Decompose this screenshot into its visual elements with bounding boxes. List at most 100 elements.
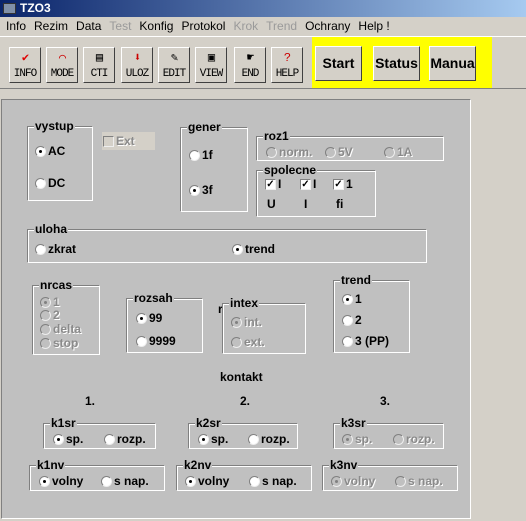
info-button[interactable]: ✔ INFO [9, 47, 41, 83]
rozsah-99-radio[interactable]: 99 [136, 311, 162, 325]
nrcas-stop-radio: stop [40, 336, 78, 350]
menu-rezim[interactable]: Rezim [31, 17, 73, 36]
view-label: VIEW [199, 68, 223, 80]
view-icon: ▣ [207, 51, 216, 65]
cti-button[interactable]: ▤ CTI [83, 47, 115, 83]
spolecne-u-label: U [267, 197, 276, 211]
rozsah-9999-radio[interactable]: 9999 [136, 334, 176, 348]
trend-2-radio[interactable]: 2 [342, 313, 362, 327]
uloha-label: uloha [34, 222, 68, 236]
spolecne-fi-checkbox[interactable]: ✓ 1 [333, 177, 353, 191]
k3sr-label: k3sr [340, 416, 367, 430]
kontakt-col-3: 3. [380, 394, 391, 408]
gener-3f-radio[interactable]: 3f [189, 183, 213, 197]
manual-button[interactable]: Manua [429, 46, 476, 81]
checkmark-icon: ✔ [21, 51, 30, 65]
title-bar: TZO3 [0, 0, 526, 17]
menu-trend: Trend [266, 19, 298, 33]
k2nv-volny-radio[interactable]: volny [185, 474, 229, 488]
help-button[interactable]: ? HELP [271, 47, 303, 83]
chart-icon: ⌒ [58, 51, 67, 65]
exit-icon: ☛ [246, 51, 255, 65]
intex-int-radio: int. [231, 315, 262, 329]
vystup-ac-radio[interactable]: AC [35, 144, 65, 158]
spolecne-fi-label: fi [336, 197, 344, 211]
nrcas-delta-radio: delta [40, 322, 81, 336]
uloz-button[interactable]: ⬇ ULOZ [121, 47, 153, 83]
k3sr-rozp-radio: rozp. [393, 432, 435, 446]
view-button[interactable]: ▣ VIEW [195, 47, 227, 83]
menu-bar: Info Rezim Data Test Konfig Protokol Kro… [0, 17, 526, 36]
k2sr-sp-radio[interactable]: sp. [198, 432, 228, 446]
menu-konfig[interactable]: Konfig [136, 17, 178, 36]
nrcas-label: nrcas [39, 278, 74, 292]
app-icon [3, 3, 16, 14]
kontakt-col-2: 2. [240, 394, 251, 408]
roz1-1a-radio: 1A [384, 145, 412, 159]
k1nv-volny-radio[interactable]: volny [39, 474, 83, 488]
k1sr-label: k1sr [50, 416, 77, 430]
document-icon: ▤ [95, 51, 104, 65]
ext-checkbox: Ext [103, 134, 135, 148]
uloz-label: ULOZ [125, 68, 149, 80]
status-button[interactable]: Status [373, 46, 420, 81]
menu-krok: Krok [233, 19, 259, 33]
menu-test: Test [109, 19, 132, 33]
k1sr-rozp-radio[interactable]: rozp. [104, 432, 146, 446]
cti-label: CTI [90, 68, 109, 80]
k2sr-label: k2sr [195, 416, 222, 430]
mode-label: MODE [50, 68, 74, 80]
uloha-trend-radio[interactable]: trend [232, 242, 275, 256]
menu-ochrany[interactable]: Ochrany [302, 17, 355, 36]
gener-1f-radio[interactable]: 1f [189, 148, 213, 162]
gener-group: gener [180, 120, 248, 212]
spolecne-label: spolecne [263, 163, 318, 177]
menu-info[interactable]: Info [3, 17, 31, 36]
k3nv-label: k3nv [329, 458, 359, 472]
help-icon: ? [283, 51, 292, 65]
k2nv-label: k2nv [183, 458, 213, 472]
kontakt-heading: kontakt [220, 370, 263, 384]
k1sr-sp-radio[interactable]: sp. [53, 432, 83, 446]
kontakt-col-1: 1. [85, 394, 96, 408]
k3nv-volny-radio: volny [331, 474, 375, 488]
intex-ext-radio: ext. [231, 335, 265, 349]
spolecne-i-label: I [304, 197, 308, 211]
end-button[interactable]: ☛ END [234, 47, 266, 83]
uloha-group: uloha [27, 222, 427, 263]
nrcas-1-radio: 1 [40, 295, 60, 309]
mode-button[interactable]: ⌒ MODE [46, 47, 78, 83]
spolecne-i-checkbox[interactable]: ✓ I [300, 177, 316, 191]
k3nv-snap-radio: s nap. [395, 474, 443, 488]
rozsah-label: rozsah [133, 291, 174, 305]
uloha-zkrat-radio[interactable]: zkrat [35, 242, 76, 256]
trend-1-radio[interactable]: 1 [342, 292, 362, 306]
menu-data[interactable]: Data [73, 17, 106, 36]
nrcas-2-radio: 2 [40, 308, 60, 322]
roz1-5v-radio: 5V [325, 145, 353, 159]
vystup-dc-radio[interactable]: DC [35, 176, 65, 190]
edit-button[interactable]: ✎ EDIT [158, 47, 190, 83]
edit-icon: ✎ [170, 51, 179, 65]
vystup-label: vystup [34, 119, 75, 133]
edit-label: EDIT [162, 68, 186, 80]
intex-label: intex [229, 296, 260, 310]
menu-protokol[interactable]: Protokol [178, 17, 230, 36]
trend-3pp-radio[interactable]: 3 (PP) [342, 334, 389, 348]
trend-label: trend [340, 273, 372, 287]
k1nv-snap-radio[interactable]: s nap. [101, 474, 149, 488]
k3sr-sp-radio: sp. [342, 432, 372, 446]
help-label: HELP [275, 68, 299, 80]
k2nv-snap-radio[interactable]: s nap. [249, 474, 297, 488]
roz1-norm-radio: norm. [266, 145, 312, 159]
info-label: INFO [13, 68, 37, 80]
k2sr-rozp-radio[interactable]: rozp. [248, 432, 290, 446]
start-button[interactable]: Start [315, 46, 362, 81]
end-label: END [241, 68, 260, 80]
window-title: TZO3 [20, 1, 51, 15]
k1nv-label: k1nv [36, 458, 66, 472]
spolecne-u-checkbox[interactable]: ✓ I [265, 177, 281, 191]
gener-label: gener [187, 120, 222, 134]
action-panel: Start Status Manua [312, 37, 492, 88]
menu-help[interactable]: Help ! [355, 17, 394, 36]
